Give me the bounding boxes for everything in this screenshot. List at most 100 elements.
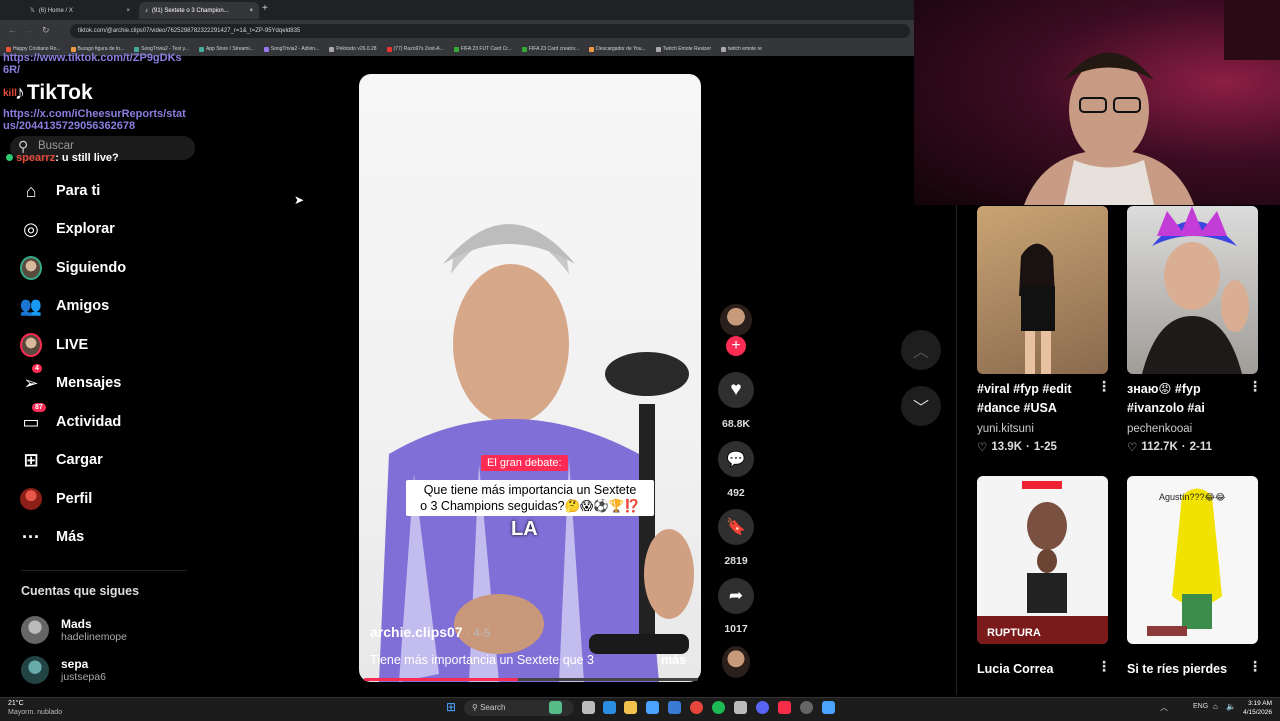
store-icon[interactable]: [646, 701, 659, 714]
music-disc-avatar[interactable]: [722, 646, 750, 678]
bookmark-favicon-icon: [655, 46, 661, 52]
kebab-menu-icon[interactable]: ⋮: [1248, 378, 1262, 395]
thumb-overlay-text: Agustín???😂😂: [1159, 492, 1226, 502]
video-player[interactable]: [359, 74, 701, 682]
video-description: Tiene más importancia un Sextete que 3: [370, 653, 594, 667]
kebab-menu-icon[interactable]: ⋮: [1097, 658, 1111, 675]
more-button[interactable]: más: [661, 653, 686, 667]
tiktok-logo-icon[interactable]: ♪: [15, 82, 25, 105]
close-tab-icon[interactable]: ×: [249, 8, 253, 14]
video-thumbnail[interactable]: RUPTURA: [977, 476, 1108, 644]
sidebar-item-live[interactable]: LIVE: [20, 330, 88, 360]
forward-icon[interactable]: →: [24, 25, 33, 35]
video-progress-fill: [364, 678, 518, 681]
bookmark-item[interactable]: FIFA 23 Card creator...: [521, 46, 579, 52]
sidebar-item-actividad[interactable]: ▭ 87 Actividad: [20, 403, 121, 437]
sidebar-item-siguiendo[interactable]: Siguiendo: [20, 253, 126, 283]
tray-chevron-icon[interactable]: ︿: [1160, 702, 1168, 713]
share-button[interactable]: ➦: [718, 578, 754, 614]
bookmark-label: Descargador de You...: [596, 46, 646, 52]
comment-button[interactable]: 💬: [718, 441, 754, 477]
sidebar-item-cargar[interactable]: ⊞ Cargar: [20, 445, 102, 475]
bookmark-favicon-icon: [329, 46, 335, 52]
following-account[interactable]: Mads hadelinemope: [21, 614, 127, 646]
stream-chat-overlay: https://www.tiktok.com/t/ZP9gDKs 6R/ kil…: [3, 52, 213, 132]
bookmark-item[interactable]: twitch emote re: [721, 46, 762, 52]
music-app-icon[interactable]: [778, 701, 791, 714]
next-video-button[interactable]: ﹀: [901, 386, 941, 426]
tab-tiktok[interactable]: ♪ (91) Sextete o 3 Champion... ×: [139, 2, 259, 19]
more-icon: ···: [22, 526, 40, 547]
video-author-row[interactable]: archie.clips07 · 4-5: [370, 624, 491, 640]
like-button[interactable]: ♥: [718, 372, 754, 408]
sidebar-item-más[interactable]: ··· Más: [20, 522, 84, 552]
grid-item-title[interactable]: #viral #fyp #edit #dance #USA: [977, 380, 1085, 418]
copilot-icon[interactable]: [549, 701, 562, 714]
creator-avatar[interactable]: [720, 304, 752, 336]
spotify-icon[interactable]: [712, 701, 725, 714]
tab-home-x[interactable]: 𝕏 (6) Home / X ×: [24, 2, 136, 19]
url-field[interactable]: tiktok.com/@archie.clips07/video/7625298…: [70, 24, 910, 38]
streamer-illustration: [1024, 0, 1280, 205]
language-indicator[interactable]: ENG: [1193, 703, 1208, 710]
grid-item-title[interactable]: Si te ríes pierdes: [1127, 660, 1227, 679]
bookmark-item[interactable]: Pelotodo v26.0.28: [329, 46, 377, 52]
bookmark-item[interactable]: SongTrivia2 - Adivin...: [263, 46, 319, 52]
sidebar-item-label: Perfil: [56, 491, 93, 507]
browser-tab-bar: 𝕏 (6) Home / X × ♪ (91) Sextete o 3 Cham…: [0, 0, 914, 20]
follow-plus-icon[interactable]: +: [726, 336, 746, 356]
video-author[interactable]: archie.clips07: [370, 624, 463, 640]
previous-video-button[interactable]: ︿: [901, 330, 941, 370]
grid-item-user[interactable]: yuni.kitsuni: [977, 423, 1034, 435]
bookmark-item[interactable]: FIFA 23 FUT Card Cr...: [453, 46, 512, 52]
back-icon[interactable]: ←: [8, 25, 17, 35]
sidebar-item-mensajes[interactable]: ➢ 4 Mensajes: [20, 364, 121, 398]
edge-icon[interactable]: [603, 701, 616, 714]
taskbar-search-label: Search: [480, 703, 506, 712]
mail-icon[interactable]: [668, 701, 681, 714]
bookmark-item[interactable]: (77) Razo97s Zest-A...: [386, 46, 444, 52]
sidebar-item-amigos[interactable]: 👥 Amigos: [20, 291, 109, 321]
app-icon[interactable]: [822, 701, 835, 714]
video-thumbnail[interactable]: [977, 206, 1108, 374]
reload-icon[interactable]: ↻: [42, 25, 50, 36]
kebab-menu-icon[interactable]: ⋮: [1248, 658, 1262, 675]
steam-icon[interactable]: [734, 701, 747, 714]
bookmark-item[interactable]: Descargador de You...: [589, 46, 646, 52]
sidebar-item-perfil[interactable]: Perfil: [20, 484, 92, 514]
divider: [21, 570, 187, 571]
clock[interactable]: 3:19 AM 4/15/2026: [1240, 699, 1272, 717]
discord-icon[interactable]: [756, 701, 769, 714]
grid-item-title[interactable]: Lucia Correa: [977, 660, 1053, 679]
tiktok-logo-text[interactable]: TikTok: [27, 81, 93, 105]
chat-message: spearrz: u still live?: [6, 152, 119, 164]
close-tab-icon[interactable]: ×: [126, 8, 130, 14]
task-view-icon[interactable]: [582, 701, 595, 714]
sidebar-item-para-ti[interactable]: ⌂ Para ti: [20, 176, 101, 206]
video-frame-illustration: [379, 224, 694, 682]
volume-icon[interactable]: 🔈: [1226, 702, 1236, 711]
video-thumbnail[interactable]: [1127, 206, 1258, 374]
new-tab-button[interactable]: +: [262, 3, 268, 14]
network-icon[interactable]: ⌂: [1213, 702, 1218, 711]
save-count: 2819: [724, 555, 748, 567]
following-account[interactable]: sepa justsepa6: [21, 654, 106, 686]
comment-count: 492: [727, 487, 745, 499]
file-explorer-icon[interactable]: [624, 701, 637, 714]
kebab-menu-icon[interactable]: ⋮: [1097, 378, 1111, 395]
mouse-cursor-icon: ➤: [294, 193, 305, 207]
weather-widget[interactable]: 21°C Mayorm. nublado: [8, 699, 62, 717]
grid-item-user[interactable]: pechenkooai: [1127, 423, 1192, 435]
obs-icon[interactable]: [800, 701, 813, 714]
windows-start-icon[interactable]: ⊞: [446, 701, 459, 714]
bookmark-icon: 🔖: [726, 519, 746, 536]
avatar: [21, 616, 49, 644]
save-button[interactable]: 🔖: [718, 509, 754, 545]
bookmark-item[interactable]: Twitch Emote Resizer: [655, 46, 712, 52]
video-thumbnail[interactable]: Agustín???😂😂: [1127, 476, 1258, 644]
bookmark-label: Twitch Emote Resizer: [662, 46, 712, 52]
chrome-icon[interactable]: [690, 701, 703, 714]
grid-item-title[interactable]: знаю😡 #fyp #ivanzolo #ai: [1127, 380, 1239, 418]
video-progress-bar[interactable]: [364, 678, 698, 681]
sidebar-item-explorar[interactable]: ◎ Explorar: [20, 214, 115, 244]
